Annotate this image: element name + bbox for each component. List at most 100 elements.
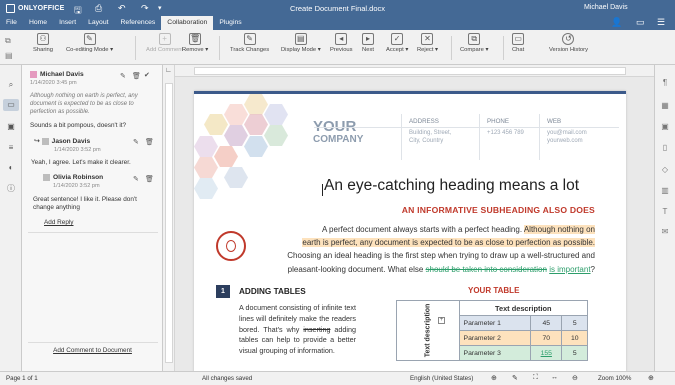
edit-icon[interactable]: ✎ <box>120 72 126 80</box>
accept-check-icon: ✓ <box>391 33 404 45</box>
next-change-button[interactable]: ▸ Next <box>362 33 374 53</box>
menu-file[interactable]: File <box>0 16 23 30</box>
header-footer-settings-icon[interactable]: ▯ <box>659 142 671 154</box>
shape-settings-icon[interactable]: ◇ <box>659 164 671 176</box>
comments-icon[interactable]: ▭ <box>3 99 19 111</box>
trash-icon[interactable]: 🗑 <box>132 72 141 80</box>
track-changes-icon: ✎ <box>243 33 256 45</box>
reject-button[interactable]: ✕ Reject ▾ <box>417 33 438 53</box>
feedback-icon[interactable]: ◐ <box>5 162 17 174</box>
zoom-in-icon[interactable]: ⊕ <box>648 374 654 382</box>
table-settings-icon[interactable]: ▦ <box>659 100 671 112</box>
add-reply-link[interactable]: Add Reply <box>44 219 74 228</box>
right-sidebar: ¶ ▦ ▣ ▯ ◇ ▥ T ✉ <box>654 65 675 371</box>
language-selector[interactable]: English (United States) <box>410 375 473 382</box>
web-block: WEB you@mail.com yourweb.com <box>547 118 587 145</box>
tracked-insertion[interactable]: is important <box>549 265 590 274</box>
section-title[interactable]: ADDING TABLES <box>239 287 306 296</box>
settings-icon[interactable]: ☰ <box>657 17 665 28</box>
zoom-out-icon[interactable]: ⊖ <box>572 374 578 382</box>
compare-button[interactable]: ⧉ Compare ▾ <box>460 33 488 53</box>
table-title[interactable]: YOUR TABLE <box>468 286 519 295</box>
zoom-level[interactable]: Zoom 100% <box>598 375 631 382</box>
image-settings-icon[interactable]: ▣ <box>659 121 671 133</box>
document-heading[interactable]: An eye-catching heading means a lot <box>324 177 579 195</box>
reject-x-icon: ✕ <box>421 33 434 45</box>
spell-check-icon[interactable]: ⊕ <box>491 374 497 382</box>
collaboration-toolbar: ⚇ Sharing ✎ Co-editing Mode ▾ + Add Comment… <box>0 30 675 65</box>
status-bar: Page 1 of 1 All changes saved English (U… <box>0 371 675 385</box>
menu-home[interactable]: Home <box>23 16 53 30</box>
horizontal-ruler[interactable] <box>175 65 654 77</box>
table-side-header[interactable]: Text description <box>396 300 460 361</box>
decorative-hexagons <box>194 94 314 204</box>
company-logo-text: YOUR COMPANY <box>313 118 364 145</box>
section-paragraph[interactable]: A document consisting of infinite text l… <box>239 303 356 357</box>
track-changes-button[interactable]: ✎ Track Changes <box>230 33 269 53</box>
coediting-mode-button[interactable]: ✎ Co-editing Mode ▾ <box>66 33 113 53</box>
chat-icon: ▭ <box>512 33 525 45</box>
edit-icon[interactable]: ✎ <box>133 138 139 146</box>
paragraph-settings-icon[interactable]: ¶ <box>659 77 671 89</box>
table-header[interactable]: Text description <box>458 300 589 316</box>
fit-width-icon[interactable]: ↔ <box>551 374 558 381</box>
trash-icon: 🗑 <box>189 33 202 45</box>
menu-insert[interactable]: Insert <box>53 16 82 30</box>
chart-settings-icon[interactable]: ▥ <box>659 185 671 197</box>
track-changes-status-icon[interactable]: ✎ <box>512 374 518 382</box>
about-icon[interactable]: ⓘ <box>5 183 17 195</box>
menu-layout[interactable]: Layout <box>82 16 114 30</box>
open-location-icon[interactable]: ▭ <box>636 17 645 28</box>
tracked-deletion[interactable]: should be taken into consideration <box>426 265 547 274</box>
menu-references[interactable]: References <box>115 16 162 30</box>
text-cursor <box>322 184 323 196</box>
tab-stop-icon[interactable]: ∟ <box>165 67 172 74</box>
vertical-ruler[interactable] <box>163 65 175 371</box>
data-table[interactable]: Text description Text description Parame… <box>396 300 589 361</box>
version-history-button[interactable]: ↺ Version History <box>549 33 588 53</box>
mail-merge-icon[interactable]: ✉ <box>659 226 671 238</box>
display-mode-button[interactable]: ▤ Display Mode ▾ <box>281 33 321 53</box>
left-sidebar: ⌕ ▭ ▣ ≡ ◐ ⓘ <box>0 65 22 371</box>
commented-text[interactable]: Although nothing on <box>523 225 595 234</box>
chat-button[interactable]: ▭ Chat <box>512 33 524 53</box>
menu-plugins[interactable]: Plugins <box>213 16 247 30</box>
search-icon[interactable]: ⌕ <box>5 79 17 91</box>
document-canvas[interactable]: YOUR COMPANY ADDRESS Building, Street, C… <box>175 77 654 371</box>
remove-button[interactable]: 🗑 Remove ▾ <box>182 33 208 53</box>
edit-icon[interactable]: ✎ <box>133 175 139 183</box>
avatar <box>43 174 50 181</box>
navigation-icon[interactable]: ≡ <box>5 142 17 154</box>
section-number: 1 <box>216 285 230 298</box>
commented-text[interactable]: earth is perfect, any document is expect… <box>302 238 595 248</box>
document-subheading[interactable]: AN INFORMATIVE SUBHEADING ALSO DOES <box>402 205 595 215</box>
page-counter[interactable]: Page 1 of 1 <box>6 375 38 382</box>
paste-icon[interactable]: ▤ <box>5 51 13 60</box>
avatar <box>30 71 37 78</box>
address-block: ADDRESS Building, Street, City, Country <box>409 118 452 145</box>
add-comment-icon: + <box>158 33 171 45</box>
trash-icon[interactable]: 🗑 <box>145 175 154 183</box>
previous-icon: ◂ <box>335 33 348 45</box>
menu-collaboration[interactable]: Collaboration <box>161 16 214 30</box>
resolve-check-icon[interactable]: ✔ <box>144 71 150 79</box>
comments-panel: Michael Davis 1/14/2020 3:45 pm Although… <box>22 65 163 371</box>
title-bar: ONLYOFFICE 🖫 ⎙ ↶ ↷ ▾ Create Document Fin… <box>0 0 675 30</box>
add-comment-button[interactable]: + Add Comment <box>146 33 183 53</box>
add-user-icon[interactable]: 👤 <box>611 17 622 28</box>
textart-settings-icon[interactable]: T <box>659 206 671 218</box>
intro-paragraph[interactable]: A perfect document always starts with a … <box>268 223 595 276</box>
copy-icon[interactable]: ⧉ <box>5 36 11 46</box>
sharing-button[interactable]: ⚇ Sharing <box>33 33 53 53</box>
chat-panel-icon[interactable]: ▣ <box>5 121 17 133</box>
accept-button[interactable]: ✓ Accept ▾ <box>386 33 408 53</box>
add-comment-to-document-link[interactable]: Add Comment to Document <box>22 347 163 354</box>
trash-icon[interactable]: 🗑 <box>145 138 154 146</box>
avatar <box>41 137 49 145</box>
previous-change-button[interactable]: ◂ Previous <box>330 33 353 53</box>
tracked-deletion[interactable]: inserting <box>303 325 330 334</box>
document-page[interactable]: YOUR COMPANY ADDRESS Building, Street, C… <box>194 91 626 371</box>
globe-icon <box>216 231 246 261</box>
display-mode-icon: ▤ <box>294 33 307 45</box>
fit-page-icon[interactable]: ⛶ <box>533 374 538 382</box>
